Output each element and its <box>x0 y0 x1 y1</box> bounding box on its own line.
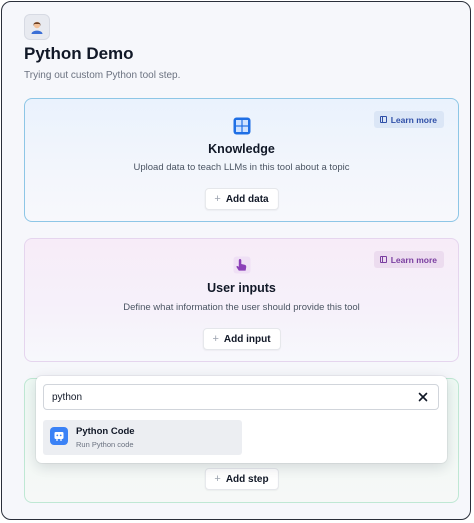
python-code-icon <box>50 427 68 445</box>
result-subtitle: Run Python code <box>76 440 134 449</box>
search-box <box>43 384 439 410</box>
add-data-label: Add data <box>225 193 269 205</box>
add-step-button[interactable]: + Add step <box>204 468 279 490</box>
learn-more-label: Learn more <box>390 114 437 125</box>
plus-icon: + <box>214 473 221 485</box>
plus-icon: + <box>214 193 221 205</box>
add-data-button[interactable]: + Add data <box>204 188 279 210</box>
page-subtitle: Trying out custom Python tool step. <box>24 70 181 81</box>
user-inputs-card: Learn more User inputs Define what infor… <box>24 238 459 362</box>
clear-search-button[interactable] <box>414 388 432 406</box>
close-icon <box>418 392 428 402</box>
book-icon <box>379 256 387 263</box>
knowledge-learn-more-button[interactable]: Learn more <box>373 111 444 128</box>
user-inputs-description: Define what information the user should … <box>123 302 360 313</box>
plus-icon: + <box>212 333 219 345</box>
learn-more-label: Learn more <box>390 254 437 265</box>
search-result-python-code[interactable]: Python Code Run Python code <box>43 420 242 455</box>
step-search-dropdown: Python Code Run Python code <box>36 376 447 463</box>
add-step-label: Add step <box>225 473 269 485</box>
knowledge-description: Upload data to teach LLMs in this tool a… <box>133 162 350 173</box>
knowledge-title: Knowledge <box>208 142 275 156</box>
search-input[interactable] <box>44 385 404 409</box>
windows-grid-icon <box>233 117 250 135</box>
add-input-label: Add input <box>223 333 271 345</box>
hand-pointer-icon <box>233 256 250 274</box>
app-window: Python Demo Trying out custom Python too… <box>1 1 471 520</box>
add-input-button[interactable]: + Add input <box>202 328 281 350</box>
user-avatar-icon <box>24 14 50 40</box>
user-inputs-learn-more-button[interactable]: Learn more <box>373 251 444 268</box>
knowledge-card: Learn more Knowledge Upload data to teac… <box>24 98 459 222</box>
book-icon <box>379 116 387 123</box>
result-title: Python Code <box>76 426 135 437</box>
page-title: Python Demo <box>24 44 134 63</box>
user-inputs-title: User inputs <box>207 281 276 295</box>
